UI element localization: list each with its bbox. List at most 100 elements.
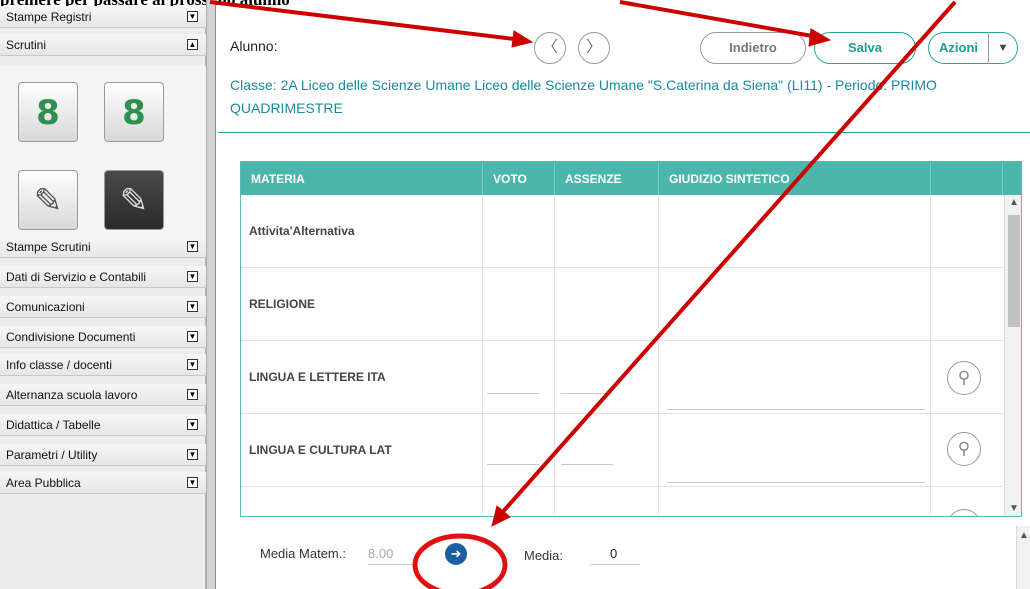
materia-cell: LINGUA E LETTERE ITA — [241, 341, 483, 414]
sidebar-item-area-pubblica[interactable]: Area Pubblica ▼ — [0, 472, 206, 494]
media-underline — [590, 564, 640, 565]
media-label: Media: — [524, 548, 564, 563]
table-row: LINGUA E LETTERE ITA ⚲ — [241, 341, 1003, 414]
sidebar-item-condivisione-documenti[interactable]: Condivisione Documenti ▼ — [0, 326, 206, 348]
azioni-dropdown-toggle[interactable]: ▼ — [988, 32, 1018, 64]
sidebar-item-label: Area Pubblica — [6, 476, 81, 490]
expand-icon[interactable]: ▼ — [187, 477, 198, 488]
sidebar-item-dati-servizio[interactable]: Dati di Servizio e Contabili ▼ — [0, 266, 206, 288]
sidebar-item-label: Condivisione Documenti — [6, 330, 136, 344]
media-matem-value: 8.00 — [368, 546, 394, 561]
expand-icon[interactable]: ▼ — [187, 241, 198, 252]
assenze-cell — [555, 341, 659, 414]
page-scrollbar[interactable]: ▲ — [1016, 526, 1030, 589]
giudizio-input[interactable] — [667, 409, 925, 410]
expand-icon[interactable]: ▼ — [187, 271, 198, 282]
expand-icon[interactable]: ▼ — [187, 301, 198, 312]
sidebar-item-info-classe[interactable]: Info classe / docenti ▼ — [0, 354, 206, 376]
scrutini-grid-8-icon: 8 — [36, 93, 60, 133]
assenze-cell — [555, 487, 659, 516]
sidebar-item-stampe-scrutini[interactable]: Stampe Scrutini ▼ — [0, 236, 206, 258]
sidebar-item-label: Stampe Scrutini — [6, 240, 91, 254]
assenze-cell — [555, 414, 659, 487]
giudizio-input[interactable] — [667, 482, 925, 483]
sidebar-item-label: Alternanza scuola lavoro — [6, 388, 138, 402]
expand-icon[interactable]: ▼ — [187, 11, 198, 22]
scrutini-tiles: 8 8 ✎ ✎ — [0, 66, 206, 244]
giudizio-cell — [659, 195, 931, 268]
main-panel: Alunno: 〈 〉 Indietro Salva Azioni ▼ Clas… — [218, 8, 1030, 589]
assenze-input[interactable] — [561, 464, 613, 465]
table-row: ⚲ — [241, 487, 1003, 516]
giudizio-cell — [659, 268, 931, 341]
table-row: LINGUA E CULTURA LAT ⚲ — [241, 414, 1003, 487]
scroll-up-icon[interactable]: ▲ — [1008, 197, 1020, 209]
alunno-label: Alunno: — [230, 38, 278, 54]
expand-icon[interactable]: ▼ — [187, 389, 198, 400]
prev-student-button[interactable]: 〈 — [534, 32, 566, 64]
expand-icon[interactable]: ▼ — [187, 449, 198, 460]
media-matem-underline — [368, 564, 412, 565]
sidebar-item-alternanza[interactable]: Alternanza scuola lavoro ▼ — [0, 384, 206, 406]
voto-cell — [483, 341, 555, 414]
col-materia: MATERIA — [241, 162, 483, 195]
salva-button[interactable]: Salva — [814, 32, 916, 64]
expand-icon[interactable]: ▼ — [187, 359, 198, 370]
voto-cell — [483, 195, 555, 268]
expand-icon[interactable]: ▼ — [187, 419, 198, 430]
blackboard-pencil-icon: ✎ — [119, 181, 149, 221]
sidebar-item-didattica[interactable]: Didattica / Tabelle ▼ — [0, 414, 206, 436]
table-scrollbar[interactable]: ▲ ▼ — [1004, 195, 1021, 516]
giudizio-cell — [659, 487, 931, 516]
assenze-cell — [555, 268, 659, 341]
col-actions — [931, 162, 1003, 195]
table-row: RELIGIONE — [241, 268, 1003, 341]
table-row: Attivita'Alternativa — [241, 195, 1003, 268]
header-separator — [218, 132, 1030, 133]
scroll-up-icon[interactable]: ▲ — [1018, 530, 1030, 542]
expand-icon[interactable]: ▼ — [187, 331, 198, 342]
sidebar-item-label: Scrutini — [6, 38, 47, 52]
sidebar-item-label: Stampe Registri — [6, 10, 92, 24]
col-assenze: ASSENZE — [555, 162, 659, 195]
scroll-down-icon[interactable]: ▼ — [1008, 503, 1020, 515]
media-matem-label: Media Matem.: — [260, 546, 346, 561]
scrollbar-thumb[interactable] — [1008, 215, 1020, 327]
sidebar-item-scrutini[interactable]: Scrutini ▲ — [0, 34, 206, 56]
assenze-cell — [555, 195, 659, 268]
sidebar-splitter[interactable] — [206, 0, 216, 589]
materia-cell — [241, 487, 483, 516]
sidebar-item-comunicazioni[interactable]: Comunicazioni ▼ — [0, 296, 206, 318]
voti-table: MATERIA VOTO ASSENZE GIUDIZIO SINTETICO … — [240, 161, 1022, 517]
sidebar-item-parametri[interactable]: Parametri / Utility ▼ — [0, 444, 206, 466]
voto-input[interactable] — [487, 393, 539, 394]
sidebar-item-label: Parametri / Utility — [6, 448, 98, 462]
sidebar-item-stampe-registri[interactable]: Stampe Registri ▼ — [0, 6, 206, 28]
media-value: 0 — [610, 546, 618, 561]
go-next-button[interactable]: ➜ — [445, 543, 467, 565]
blackboard-pencil-tile[interactable]: ✎ — [104, 170, 164, 230]
materia-cell: LINGUA E CULTURA LAT — [241, 414, 483, 487]
sidebar-item-label: Dati di Servizio e Contabili — [6, 270, 147, 284]
indietro-button[interactable]: Indietro — [700, 32, 806, 64]
assenze-input[interactable] — [561, 393, 613, 394]
search-giudizio-button[interactable]: ⚲ — [947, 432, 981, 466]
giudizio-cell — [659, 414, 931, 487]
next-student-button[interactable]: 〉 — [578, 32, 610, 64]
chevron-left-icon: 〈 — [541, 39, 558, 56]
search-giudizio-button[interactable]: ⚲ — [947, 361, 981, 395]
azioni-button[interactable]: Azioni — [928, 32, 988, 64]
sidebar-item-label: Comunicazioni — [6, 300, 85, 314]
scrutini-grid-8-tile[interactable]: 8 — [18, 82, 78, 142]
voto-cell — [483, 414, 555, 487]
materia-cell: Attivita'Alternativa — [241, 195, 483, 268]
notepad-pencil-tile[interactable]: ✎ — [18, 170, 78, 230]
sidebar-item-label: Didattica / Tabelle — [6, 418, 101, 432]
collapse-icon[interactable]: ▲ — [187, 39, 198, 50]
scrutini-refresh-8-tile[interactable]: 8 — [104, 82, 164, 142]
voto-input[interactable] — [487, 464, 539, 465]
caret-down-icon: ▼ — [997, 42, 1009, 54]
search-giudizio-button[interactable]: ⚲ — [947, 509, 981, 516]
sidebar: Stampe Registri ▼ Scrutini ▲ 8 8 ✎ ✎ Sta… — [0, 6, 206, 589]
table-header: MATERIA VOTO ASSENZE GIUDIZIO SINTETICO — [241, 162, 1021, 195]
